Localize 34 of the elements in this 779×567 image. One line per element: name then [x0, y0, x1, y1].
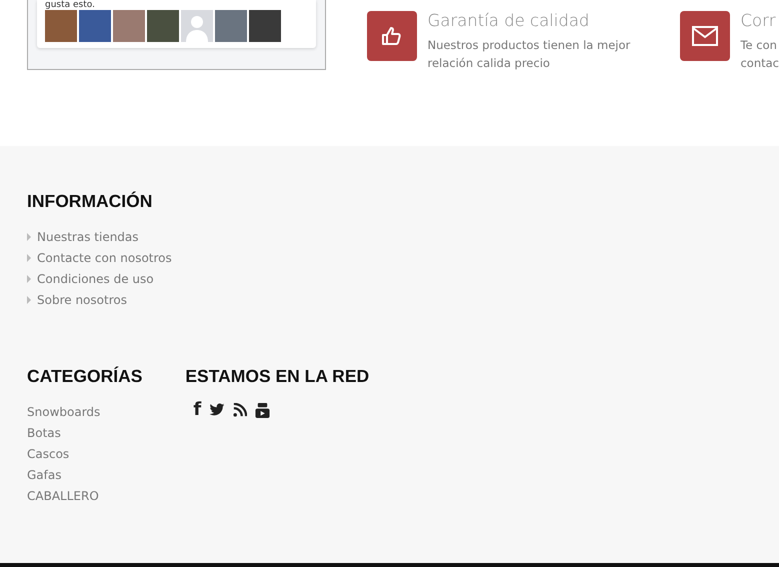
footer-link[interactable]: Sobre nosotros [37, 292, 127, 306]
feature-description: Nuestros productos tienen la mejor relación calida precio [427, 37, 630, 72]
facebook-icon[interactable]: f [193, 401, 202, 419]
avatar-photo-placeholder [45, 10, 77, 42]
category-link[interactable]: Botas [27, 426, 61, 440]
category-link[interactable]: Snowboards [27, 404, 100, 418]
section-heading: ESTAMOS EN LA RED [185, 366, 370, 387]
footer-link[interactable]: Condiciones de uso [37, 272, 154, 286]
video-player-icon[interactable] [255, 402, 270, 418]
feature-description: Te con contac [740, 37, 779, 72]
rss-feed-icon[interactable] [233, 403, 248, 417]
likes-text: gusta esto. [45, 0, 96, 10]
avatar-photo-placeholder [215, 10, 247, 42]
caret-icon [27, 232, 31, 240]
avatar-photo-placeholder [249, 10, 281, 42]
avatar-silhouette [181, 10, 213, 42]
category-link[interactable]: Cascos [27, 446, 70, 460]
category-link[interactable]: CABALLERO [27, 488, 99, 502]
avatar-photo-placeholder [79, 10, 111, 42]
feature-title: Garantía de calidad [427, 10, 590, 32]
avatar-photo-placeholder [147, 10, 179, 42]
footer-link[interactable]: Nuestras tiendas [37, 230, 139, 244]
feature-title: Corr [740, 10, 777, 32]
section-heading: INFORMACIÓN [27, 191, 154, 212]
twitter-bird-icon[interactable] [209, 403, 226, 417]
thumbs-up-icon [367, 11, 418, 61]
caret-icon [27, 274, 31, 282]
section-heading: CATEGORÍAS [27, 366, 142, 387]
footer-link[interactable]: Contacte con nosotros [37, 250, 172, 264]
caret-icon [27, 296, 31, 304]
category-link[interactable]: Gafas [27, 468, 62, 482]
avatar-photo-placeholder [113, 10, 145, 42]
envelope-icon [680, 11, 730, 61]
caret-icon [27, 254, 31, 262]
